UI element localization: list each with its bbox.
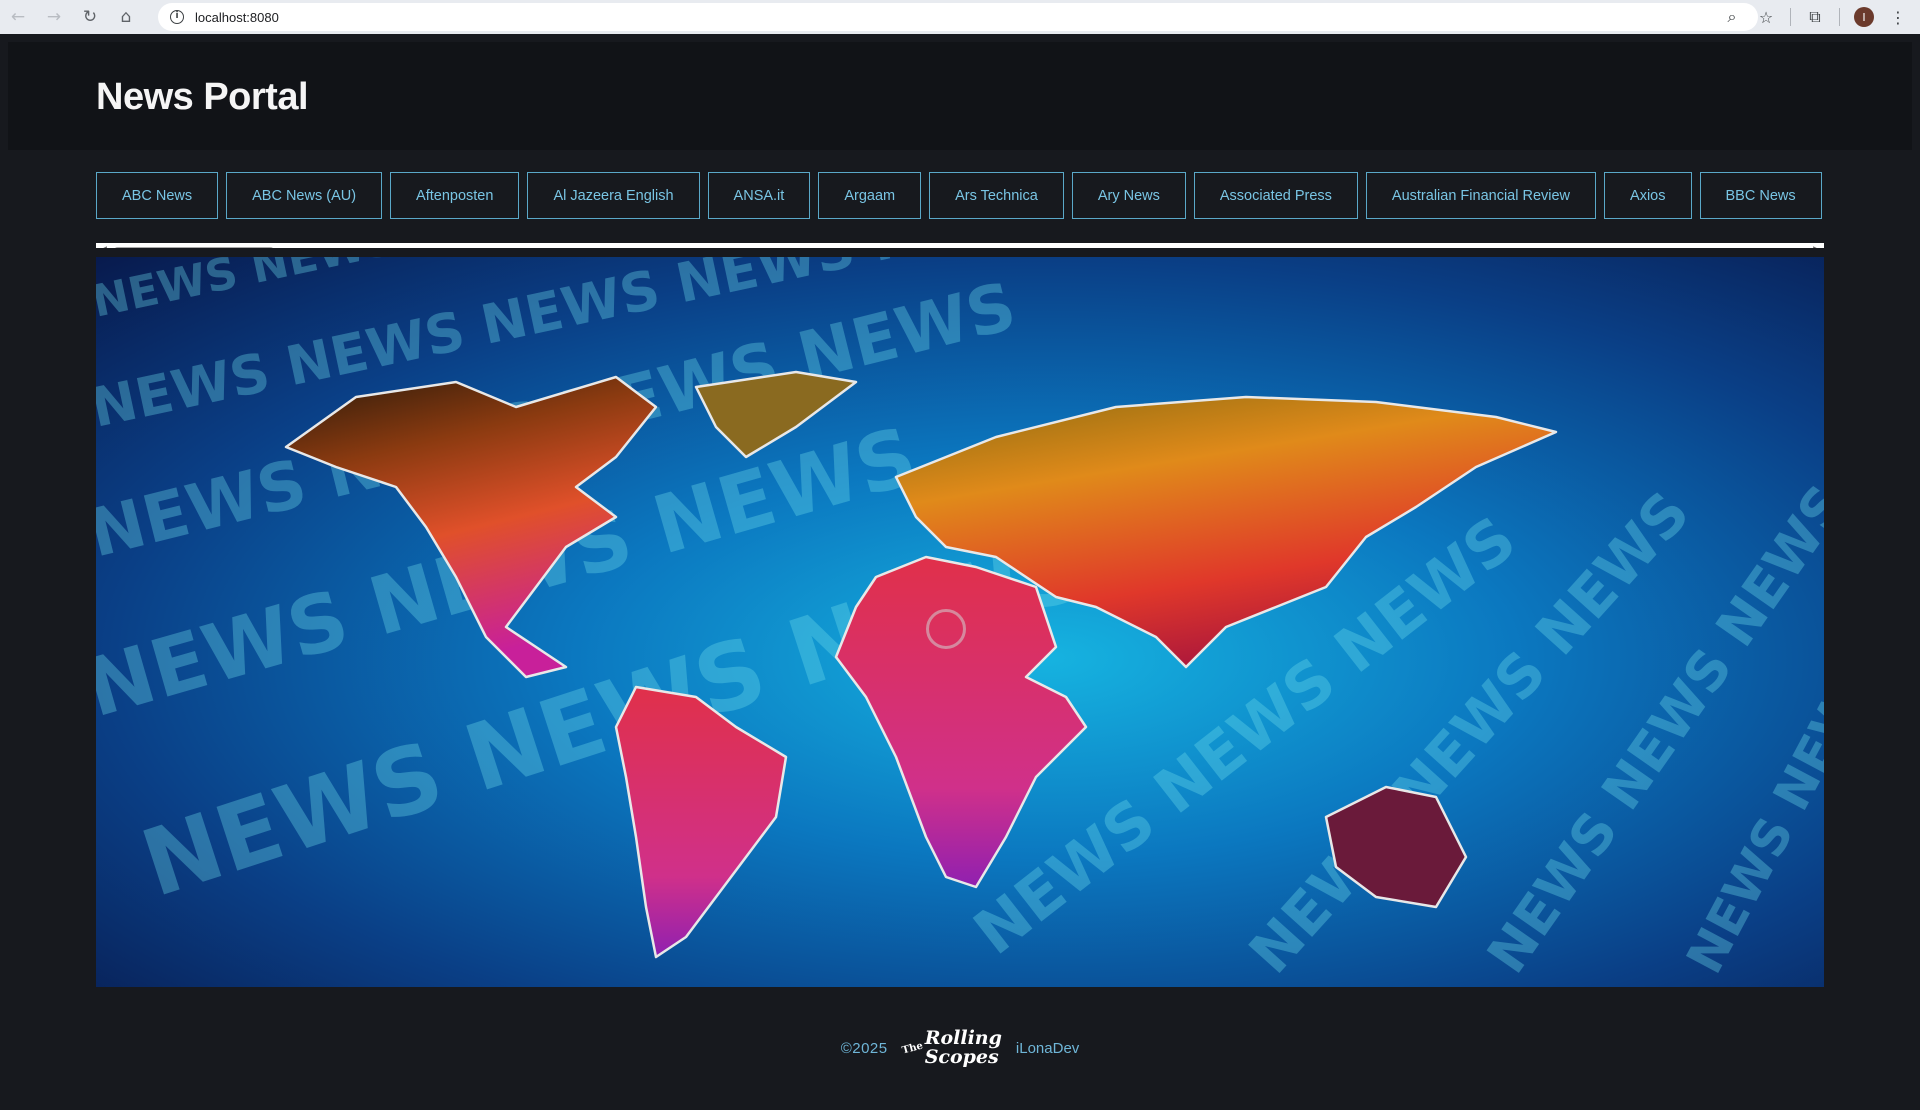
- toolbar-divider: [1839, 8, 1840, 26]
- copyright-text: ©2025: [840, 1039, 888, 1057]
- home-icon[interactable]: ⌂: [108, 0, 144, 34]
- logo-line-2: Scopes: [924, 1046, 999, 1068]
- avatar: I: [1854, 7, 1874, 27]
- sources-scroller[interactable]: ABC News ABC News (AU) Aftenposten Al Jazee…: [96, 172, 1824, 248]
- horizontal-scrollbar[interactable]: ◀ ▶: [96, 243, 1824, 248]
- source-button[interactable]: ANSA.it: [707, 172, 811, 219]
- url-text: localhost:8080: [195, 9, 279, 25]
- source-button[interactable]: Ary News: [1071, 172, 1186, 219]
- author-link[interactable]: iLonaDev: [1016, 1040, 1079, 1057]
- source-button[interactable]: ABC News (AU): [226, 172, 383, 219]
- hero-news-world-map-image: NEWS NEWS NEWS NEWS NEWS NEWS NEWS NEWS …: [96, 257, 1824, 987]
- page-footer: ©2025 The Rolling Scopes iLonaDev: [0, 1020, 1920, 1076]
- page-title: News Portal: [96, 76, 309, 118]
- scroll-right-icon[interactable]: ▶: [1813, 245, 1820, 248]
- source-button[interactable]: Ars Technica: [929, 172, 1064, 219]
- source-button[interactable]: ABC News: [96, 172, 219, 219]
- scrollbar-thumb[interactable]: [114, 247, 274, 248]
- source-button[interactable]: Associated Press: [1193, 172, 1358, 219]
- sources-list: ABC News ABC News (AU) Aftenposten Al Jazee…: [96, 172, 1824, 219]
- source-button[interactable]: Argaam: [818, 172, 922, 219]
- source-button[interactable]: Aftenposten: [390, 172, 520, 219]
- logo-the: The: [900, 1039, 924, 1057]
- source-button[interactable]: Al Jazeera English: [527, 172, 700, 219]
- toolbar-divider: [1790, 8, 1791, 26]
- loading-spinner: [926, 609, 966, 649]
- reload-icon[interactable]: ↻: [72, 0, 108, 34]
- menu-dots-icon[interactable]: ⋮: [1884, 3, 1912, 31]
- scroll-left-icon[interactable]: ◀: [100, 245, 107, 248]
- browser-toolbar: ← → ↻ ⌂ i localhost:8080 ⌕ ☆ ⧉ I ⋮: [0, 0, 1920, 34]
- rolling-scopes-logo[interactable]: The Rolling Scopes: [900, 1029, 1002, 1068]
- address-bar[interactable]: i localhost:8080: [158, 3, 1758, 31]
- forward-arrow-icon[interactable]: →: [36, 0, 72, 34]
- south-america-shape: [614, 685, 788, 959]
- source-button[interactable]: Australian Financial Review: [1365, 172, 1597, 219]
- info-icon[interactable]: i: [170, 10, 184, 24]
- source-button[interactable]: BBC News: [1699, 172, 1822, 219]
- source-button[interactable]: Axios: [1604, 172, 1692, 219]
- profile-button[interactable]: I: [1850, 3, 1878, 31]
- extensions-icon[interactable]: ⧉: [1801, 3, 1829, 31]
- back-arrow-icon[interactable]: ←: [0, 0, 36, 34]
- page-header: News Portal: [8, 42, 1912, 150]
- bookmark-star-icon[interactable]: ☆: [1752, 3, 1780, 31]
- zoom-icon[interactable]: ⌕: [1718, 3, 1746, 31]
